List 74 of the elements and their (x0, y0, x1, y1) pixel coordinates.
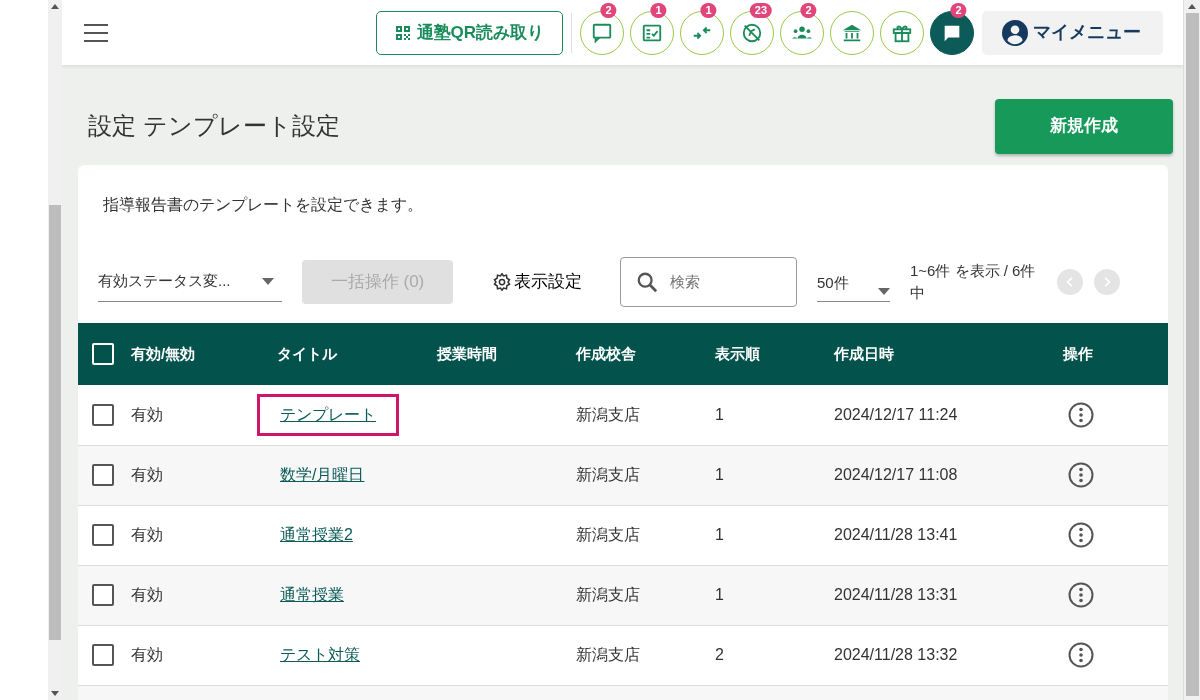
row-checkbox[interactable] (92, 584, 114, 606)
new-button[interactable]: 新規作成 (995, 98, 1173, 154)
column-header: 操作 (1063, 344, 1093, 362)
date-text: 2024/11/28 13:31 (834, 586, 958, 603)
status-text: 有効 (131, 586, 163, 603)
dropdown-caret-icon (262, 277, 274, 285)
template-link[interactable]: 通常授業 (257, 574, 367, 616)
date-text: 2024/12/17 11:24 (834, 405, 958, 423)
more-options-icon[interactable] (1068, 401, 1094, 428)
column-header: 作成日時 (834, 344, 894, 362)
date-text: 2024/11/28 13:41 (834, 526, 958, 543)
campus-text: 新潟支店 (576, 646, 640, 663)
status-text: 有効 (131, 466, 163, 483)
scroll-up-icon[interactable] (1188, 4, 1196, 9)
status-dropdown[interactable]: 有効ステータス変... (98, 261, 282, 302)
more-options-icon[interactable] (1068, 462, 1094, 488)
column-header: 有効/無効 (131, 344, 196, 362)
qr-code-icon (394, 24, 411, 41)
campus-text: 新潟支店 (576, 405, 640, 423)
campus-text: 新潟支店 (576, 586, 640, 603)
template-link[interactable]: テンプレート (257, 393, 399, 436)
gift-button[interactable] (880, 10, 924, 55)
column-header: 授業時間 (437, 344, 497, 362)
status-text: 有効 (131, 646, 163, 663)
more-options-icon[interactable] (1068, 642, 1094, 668)
menu-icon[interactable] (84, 23, 108, 42)
status-text: 有効 (131, 405, 163, 423)
order-text: 1 (715, 586, 724, 603)
page-title: 設定 テンプレート設定 (88, 111, 340, 141)
user-icon (1002, 19, 1028, 46)
scrollbar[interactable] (48, 0, 62, 700)
count-badge: 1 (650, 2, 667, 18)
campus-text: 新潟支店 (576, 526, 640, 543)
template-link[interactable]: 数学/月曜日 (257, 454, 388, 496)
scroll-up-icon[interactable] (51, 4, 59, 9)
order-text: 1 (715, 466, 724, 483)
template-link[interactable]: テスト対策 (257, 634, 383, 676)
row-checkbox[interactable] (92, 464, 114, 486)
pagination-range: 1~6件 を表示 / 6件中 (910, 260, 1037, 303)
date-text: 2024/11/28 13:32 (834, 646, 958, 663)
more-options-icon[interactable] (1068, 522, 1094, 548)
scroll-down-icon[interactable] (51, 691, 59, 696)
settings-icon (493, 272, 511, 291)
count-badge: 2 (950, 2, 967, 18)
order-text: 1 (715, 526, 724, 543)
count-badge: 1 (700, 2, 717, 18)
column-header: 表示順 (715, 344, 760, 362)
row-checkbox[interactable] (92, 524, 114, 546)
campus-text: 新潟支店 (576, 466, 640, 483)
scrollbar[interactable] (1183, 0, 1200, 700)
column-header: 作成校舎 (576, 344, 636, 362)
my-menu-button[interactable]: マイメニュー (982, 10, 1163, 55)
template-link[interactable]: 通常授業2 (257, 514, 376, 556)
row-checkbox[interactable] (92, 644, 114, 666)
compass-off-icon (741, 21, 763, 44)
select-all-checkbox[interactable] (92, 343, 114, 365)
display-settings-button[interactable]: 表示設定 (493, 268, 582, 295)
count-badge: 23 (749, 2, 773, 18)
count-badge: 2 (800, 2, 817, 18)
date-text: 2024/12/17 11:08 (834, 466, 958, 483)
more-options-icon[interactable] (1068, 582, 1094, 608)
order-text: 2 (715, 646, 724, 663)
column-header: タイトル (277, 344, 337, 362)
chat-icon (591, 21, 613, 44)
building-button[interactable] (830, 10, 874, 55)
order-text: 1 (715, 405, 724, 423)
search-field[interactable]: 検索 (620, 256, 797, 307)
dropdown-caret-icon (878, 287, 890, 295)
qr-scan-button[interactable]: 通塾QR読み取り (375, 10, 563, 55)
per-page-dropdown[interactable]: 50件 (817, 261, 890, 302)
row-checkbox[interactable] (92, 403, 114, 426)
count-badge: 2 (600, 2, 617, 18)
status-text: 有効 (131, 526, 163, 543)
description: 指導報告書のテンプレートを設定できます。 (102, 195, 424, 215)
